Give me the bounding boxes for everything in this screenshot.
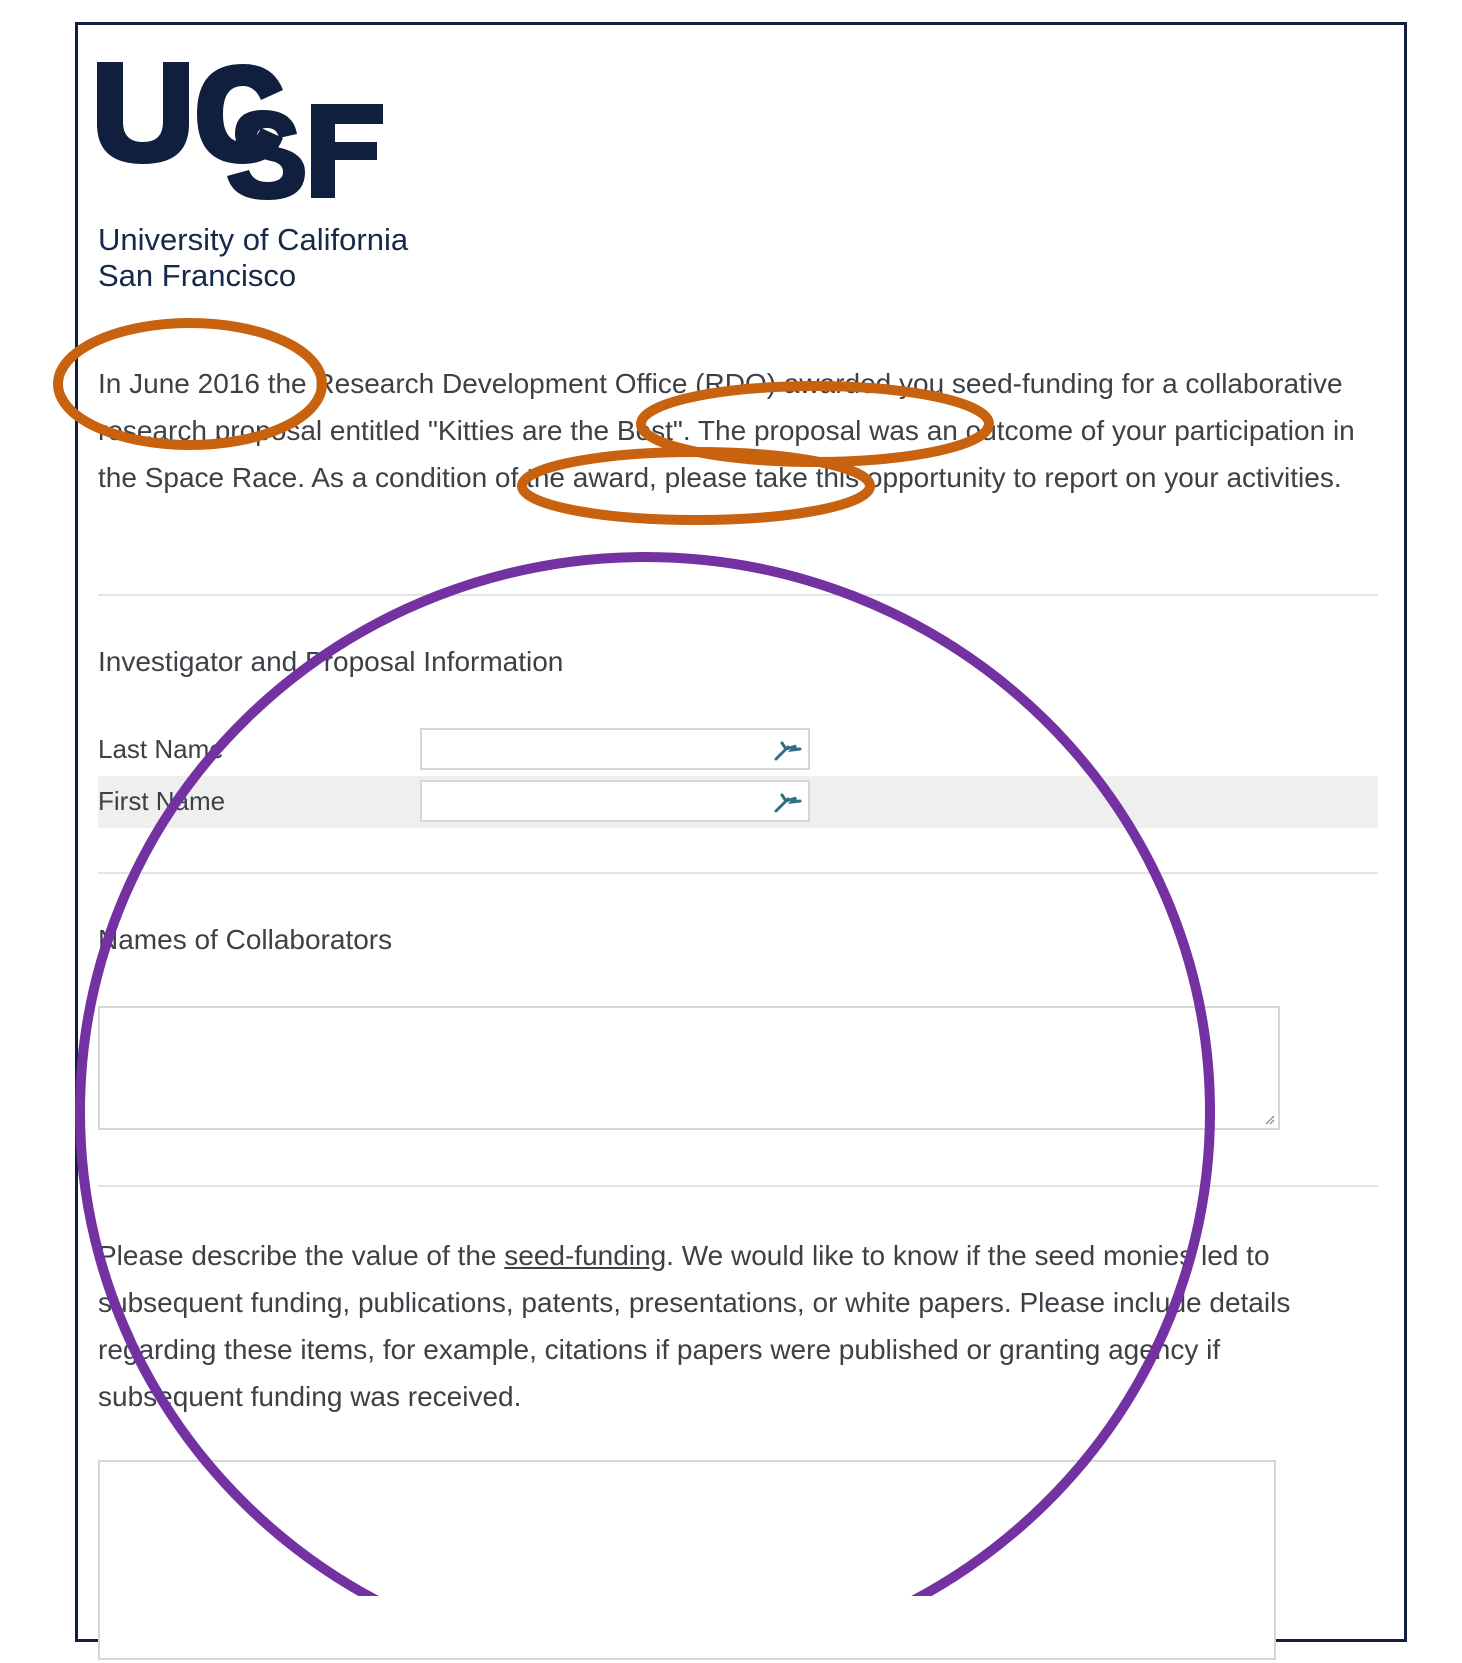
collaborators-textarea-box bbox=[98, 1006, 1280, 1130]
pin-icon[interactable] bbox=[772, 737, 802, 763]
university-name-line2: San Francisco bbox=[98, 258, 297, 293]
seed-funding-link[interactable]: seed-funding bbox=[504, 1240, 666, 1271]
university-name: University of California San Francisco bbox=[98, 222, 408, 294]
last-name-input[interactable] bbox=[422, 730, 808, 768]
first-name-field-box bbox=[420, 780, 810, 822]
divider bbox=[98, 1185, 1378, 1187]
last-name-field-box bbox=[420, 728, 810, 770]
university-name-line1: University of California bbox=[98, 222, 409, 257]
desc-text-1: Please describe the value of the bbox=[98, 1240, 505, 1271]
intro-paragraph: In June 2016 the Research Development Of… bbox=[98, 360, 1368, 501]
first-name-input[interactable] bbox=[422, 782, 808, 820]
seed-funding-textarea[interactable] bbox=[100, 1462, 1274, 1658]
proposal-title: "Kitties are the Best" bbox=[427, 415, 683, 446]
ucsf-logo bbox=[97, 62, 383, 200]
first-name-label: First Name bbox=[98, 786, 226, 816]
collaborators-textarea[interactable] bbox=[100, 1008, 1278, 1128]
first-name-row: First Name bbox=[98, 776, 1378, 828]
section-title-investigator: Investigator and Proposal Information bbox=[98, 646, 564, 677]
divider bbox=[98, 594, 1378, 596]
divider bbox=[98, 872, 1378, 874]
section-title-collaborators: Names of Collaborators bbox=[98, 924, 393, 955]
last-name-label: Last Name bbox=[98, 734, 224, 764]
seed-funding-description: Please describe the value of the seed-fu… bbox=[98, 1232, 1368, 1420]
resize-handle-icon[interactable] bbox=[1263, 1113, 1275, 1125]
pin-icon[interactable] bbox=[772, 789, 802, 815]
last-name-row: Last Name bbox=[98, 724, 1378, 776]
seed-funding-textarea-box bbox=[98, 1460, 1276, 1660]
